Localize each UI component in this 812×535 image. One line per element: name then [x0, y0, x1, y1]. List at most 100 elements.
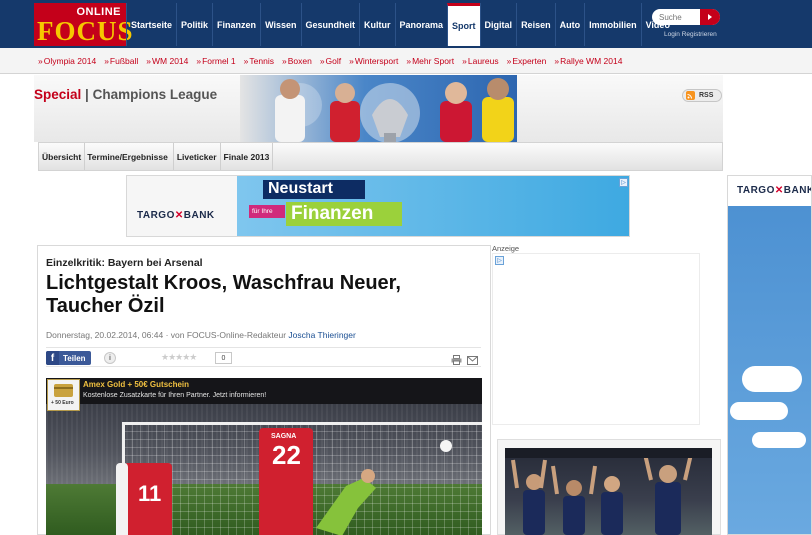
- subnav-item-olympia[interactable]: »Olympia 2014: [38, 56, 96, 66]
- subnav-item-label: Fußball: [109, 56, 139, 66]
- subnav-item-golf[interactable]: »Golf: [320, 56, 341, 66]
- nav-item-panorama[interactable]: Panorama: [394, 3, 448, 46]
- sidebar-teaser-photo[interactable]: [505, 448, 712, 535]
- amex-thumb-label: + 50 Euro: [51, 400, 74, 406]
- special-header: Special | Champions League RSS: [34, 75, 723, 142]
- ad-message-panel: Neustart für Ihre Finanzen: [237, 176, 629, 236]
- info-icon[interactable]: i: [104, 352, 116, 364]
- search-input[interactable]: [652, 10, 700, 24]
- chevron-right-icon: »: [406, 56, 412, 66]
- article-author-link[interactable]: Joscha Thieringer: [288, 330, 355, 340]
- nav-item-wissen[interactable]: Wissen: [260, 3, 300, 46]
- chevron-right-icon: »: [281, 56, 287, 66]
- share-label: Teilen: [63, 353, 86, 363]
- ad-tagline: für Ihre: [249, 205, 285, 218]
- nav-item-reisen[interactable]: Reisen: [516, 3, 555, 46]
- search-button[interactable]: [700, 9, 720, 25]
- cloud-shape: [742, 366, 802, 392]
- skyscraper-brand-bank: BANK: [783, 185, 812, 196]
- rating-stars[interactable]: ★★★★★: [161, 352, 197, 363]
- special-tabs: Übersicht Termine/Ergebnisse Liveticker …: [38, 142, 723, 171]
- jersey-name: SAGNA: [271, 433, 297, 440]
- focus-online-logo[interactable]: ONLINE FOCUS: [34, 3, 133, 46]
- subnav-item-mehr-sport[interactable]: »Mehr Sport: [406, 56, 454, 66]
- subnav-item-experten[interactable]: »Experten: [507, 56, 547, 66]
- top-navigation-bar: ONLINE FOCUS Startseite Politik Finanzen…: [0, 0, 812, 48]
- ad-label: Anzeige: [492, 244, 520, 253]
- login-register-link[interactable]: Login Registrieren: [664, 31, 717, 38]
- subnav-item-label: Golf: [325, 56, 342, 66]
- chevron-right-icon: »: [554, 56, 560, 66]
- cloud-shape: [752, 432, 806, 448]
- subnav-item-label: Tennis: [249, 56, 274, 66]
- special-label: Special: [34, 87, 82, 102]
- nav-item-sport[interactable]: Sport: [447, 3, 480, 46]
- chevron-right-icon: »: [196, 56, 202, 66]
- subnav-item-label: Mehr Sport: [412, 56, 455, 66]
- sport-subnav: »Olympia 2014 »Fußball »WM 2014 »Formel …: [0, 48, 812, 74]
- cloud-shape: [730, 402, 788, 420]
- chevron-right-icon: »: [104, 56, 109, 66]
- article-toolbar: f Teilen i ★★★★★ 0: [46, 347, 481, 367]
- subnav-item-label: WM 2014: [152, 56, 189, 66]
- nav-item-digital[interactable]: Digital: [479, 3, 517, 46]
- subnav-item-boxen[interactable]: »Boxen: [282, 56, 312, 66]
- banner-illustration: [275, 78, 514, 142]
- subnav-item-label: Formel 1: [202, 56, 236, 66]
- subnav-item-wm[interactable]: »WM 2014: [146, 56, 188, 66]
- special-topic: Champions League: [92, 87, 218, 102]
- subnav-item-laureus[interactable]: »Laureus: [462, 56, 498, 66]
- nav-item-gesundheit[interactable]: Gesundheit: [300, 3, 360, 46]
- print-icon[interactable]: [451, 352, 462, 370]
- article-main-photo[interactable]: 11 SAGNA 22 + 50 Euro Amex Gold + 50€ Gu…: [46, 378, 482, 535]
- rating-count: 0: [215, 352, 232, 364]
- subnav-item-label: Boxen: [287, 56, 312, 66]
- chevron-right-icon: »: [38, 56, 43, 66]
- subnav-item-wintersport[interactable]: »Wintersport: [349, 56, 398, 66]
- ad-choices-icon[interactable]: ▷: [495, 256, 504, 265]
- chevron-right-icon: »: [243, 56, 249, 66]
- nav-item-politik[interactable]: Politik: [176, 3, 212, 46]
- subnav-item-fussball[interactable]: »Fußball: [104, 56, 138, 66]
- rss-button[interactable]: RSS: [682, 89, 722, 102]
- article-byline: Donnerstag, 20.02.2014, 06:44 · von FOCU…: [46, 330, 356, 340]
- chevron-right-icon: »: [146, 56, 151, 66]
- skyscraper-brand-x: ✕: [774, 185, 784, 196]
- email-icon[interactable]: [467, 352, 478, 370]
- tab-liveticker[interactable]: Liveticker: [174, 143, 221, 170]
- special-divider: |: [85, 87, 93, 102]
- photo-ad-description: Kostenlose Zusatzkarte für Ihren Partner…: [83, 392, 267, 399]
- article-date: Donnerstag, 20.02.2014, 06:44: [46, 330, 164, 340]
- player-sagna: SAGNA 22: [259, 428, 313, 535]
- facebook-share-button[interactable]: f Teilen: [46, 351, 91, 365]
- nav-item-kultur[interactable]: Kultur: [359, 3, 395, 46]
- special-title: Special | Champions League: [34, 87, 217, 102]
- ad-choices-icon[interactable]: ▷: [619, 178, 628, 187]
- skyscraper-brand-name: TARGO: [737, 185, 775, 196]
- subnav-item-label: Wintersport: [354, 56, 399, 66]
- jersey-number: 22: [272, 440, 301, 470]
- sidebar-ad-slot[interactable]: ▷: [492, 253, 700, 425]
- rss-label: RSS: [699, 92, 714, 99]
- targobank-skyscraper-ad[interactable]: TARGO✕BANK: [727, 175, 812, 535]
- ad-brand-bank: BANK: [183, 210, 215, 221]
- subnav-item-tennis[interactable]: »Tennis: [244, 56, 274, 66]
- subnav-item-label: Olympia 2014: [43, 56, 97, 66]
- nav-item-startseite[interactable]: Startseite: [126, 3, 176, 46]
- rss-icon: [686, 91, 695, 100]
- tab-finale-2013[interactable]: Finale 2013: [221, 143, 274, 170]
- targobank-banner-ad[interactable]: TARGO✕BANK Neustart für Ihre Finanzen ▷: [126, 175, 630, 237]
- chevron-right-icon: »: [349, 56, 354, 66]
- subnav-item-formel1[interactable]: »Formel 1: [196, 56, 235, 66]
- subnav-list: »Olympia 2014 »Fußball »WM 2014 »Formel …: [38, 48, 630, 74]
- atletico-players-illustration: [505, 448, 712, 535]
- main-nav: Startseite Politik Finanzen Wissen Gesun…: [126, 3, 674, 46]
- tab-uebersicht[interactable]: Übersicht: [39, 143, 86, 170]
- nav-item-immobilien[interactable]: Immobilien: [584, 3, 641, 46]
- subnav-item-rallye[interactable]: »Rallye WM 2014: [554, 56, 622, 66]
- tab-termine-ergebnisse[interactable]: Termine/Ergebnisse: [85, 143, 174, 170]
- nav-item-auto[interactable]: Auto: [554, 3, 585, 46]
- photo-overlay-ad[interactable]: + 50 Euro Amex Gold + 50€ Gutschein Kost…: [46, 378, 482, 411]
- skyscraper-brand-logo: TARGO✕BANK: [737, 185, 812, 196]
- nav-item-finanzen[interactable]: Finanzen: [212, 3, 260, 46]
